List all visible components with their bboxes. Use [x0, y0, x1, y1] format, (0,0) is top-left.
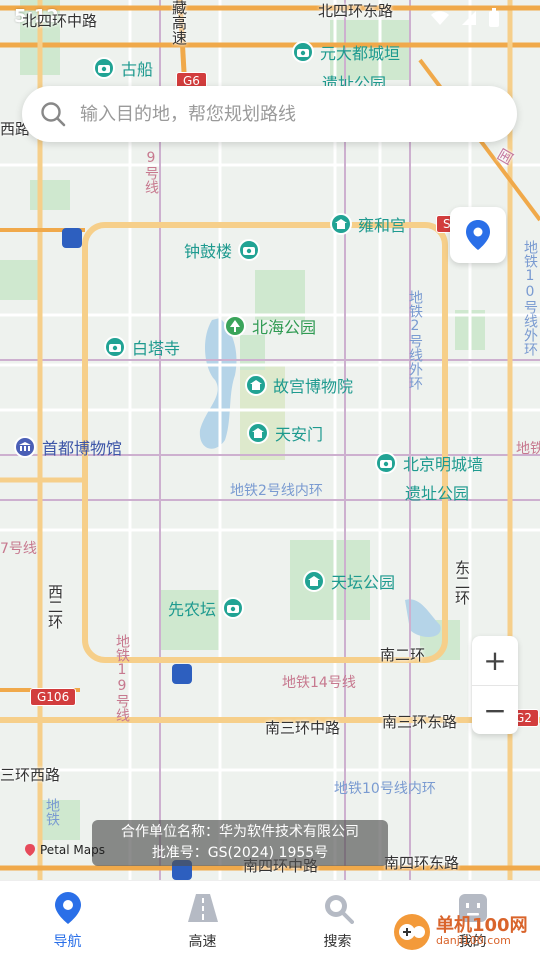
poi-zhonggulou[interactable]: 钟鼓楼 [184, 238, 261, 262]
road-label: 三环西路 [0, 766, 61, 784]
camera-icon [292, 41, 314, 63]
camera-icon [375, 452, 397, 474]
palace-icon [247, 422, 269, 444]
tree-icon [224, 315, 246, 337]
highway-icon [186, 891, 220, 925]
highway-shield: G106 [30, 688, 77, 706]
wifi-icon [431, 11, 449, 25]
map-view[interactable]: 5:12 古船 元大都城垣 遗址公园 雍和宫 钟鼓楼 北海公园 白塔寺 故宫博物… [0, 0, 540, 880]
location-pin-icon [466, 220, 490, 250]
metro-label: 地铁2号线外环 [407, 290, 423, 390]
road-label: 南四环东路 [384, 854, 460, 872]
road-label: 南三环中路 [265, 719, 341, 737]
petal-maps-logo: Petal Maps [24, 843, 105, 857]
search-input[interactable] [80, 103, 490, 125]
road-label: 南三环东路 [382, 713, 458, 731]
poi-temple-of-heaven[interactable]: 天坛公园 [303, 569, 395, 593]
palace-icon [303, 570, 325, 592]
road-label: 北四环东路 [318, 2, 394, 20]
road-label: 藏高速 [170, 0, 188, 45]
metro-label: 地铁19号线 [114, 634, 130, 722]
camera-icon [222, 597, 245, 619]
poi-capital-museum[interactable]: 首都博物馆 [14, 435, 122, 459]
metro-station-icon[interactable] [62, 228, 82, 248]
zoom-in-button[interactable]: + [472, 636, 518, 685]
poi-beihai-park[interactable]: 北海公园 [224, 314, 316, 338]
road-label: 北四环中路 [22, 12, 98, 30]
zoom-control: + − [472, 636, 518, 734]
tab-navigation[interactable]: 导航 [0, 881, 135, 960]
road-label: 南二环 [380, 646, 426, 664]
search-icon [41, 102, 66, 127]
metro-label: 地铁 [516, 441, 540, 457]
poi-tiananmen[interactable]: 天安门 [247, 421, 323, 445]
poi-palace-museum[interactable]: 故宫博物院 [245, 373, 353, 397]
my-location-button[interactable] [450, 207, 506, 263]
camera-icon [93, 57, 115, 79]
poi-guchuan[interactable]: 古船 [93, 56, 153, 80]
zoom-out-button[interactable]: − [472, 686, 518, 735]
watermark-logo-icon [394, 914, 430, 950]
metro-station-icon[interactable] [172, 664, 192, 684]
museum-icon [14, 436, 36, 458]
tab-search[interactable]: 搜索 [270, 881, 405, 960]
road-label: 东二环 [453, 560, 471, 605]
map-copyright: 合作单位名称：华为软件技术有限公司 批准号：GS(2024) 1955号 [92, 820, 388, 866]
search-bar[interactable] [22, 86, 517, 142]
metro-label: 地铁2号线内环 [230, 483, 323, 499]
metro-label: 7号线 [0, 541, 37, 557]
metro-label: 地铁14号线 [282, 675, 356, 691]
poi-ming-city-wall[interactable]: 北京明城墙 [375, 451, 483, 475]
poi-xiannongtan[interactable]: 先农坛 [168, 596, 245, 620]
poi-baitasi[interactable]: 白塔寺 [104, 335, 180, 359]
battery-icon [489, 8, 499, 27]
tab-highway[interactable]: 高速 [135, 881, 270, 960]
temple-icon [330, 213, 352, 235]
poi-yuandadu[interactable]: 元大都城垣 [292, 40, 400, 64]
metro-label: 地铁10号线内环 [334, 781, 436, 797]
site-watermark: 单机100网 danji100.com [392, 912, 528, 952]
metro-label: 地铁10号线外环 [522, 240, 538, 356]
poi-yizhi-south: 遗址公园 [405, 484, 470, 503]
petal-logo-icon [25, 844, 35, 856]
camera-icon [104, 336, 126, 358]
search-icon [321, 891, 355, 925]
palace-icon [245, 374, 267, 396]
metro-label: 地铁 [44, 798, 60, 826]
poi-yonghegong[interactable]: 雍和宫 [330, 212, 406, 236]
signal-icon [462, 11, 476, 25]
metro-label: 9号线 [143, 150, 159, 194]
camera-icon [238, 239, 261, 261]
road-label: 西二环 [46, 584, 64, 629]
location-pin-icon [51, 891, 85, 925]
